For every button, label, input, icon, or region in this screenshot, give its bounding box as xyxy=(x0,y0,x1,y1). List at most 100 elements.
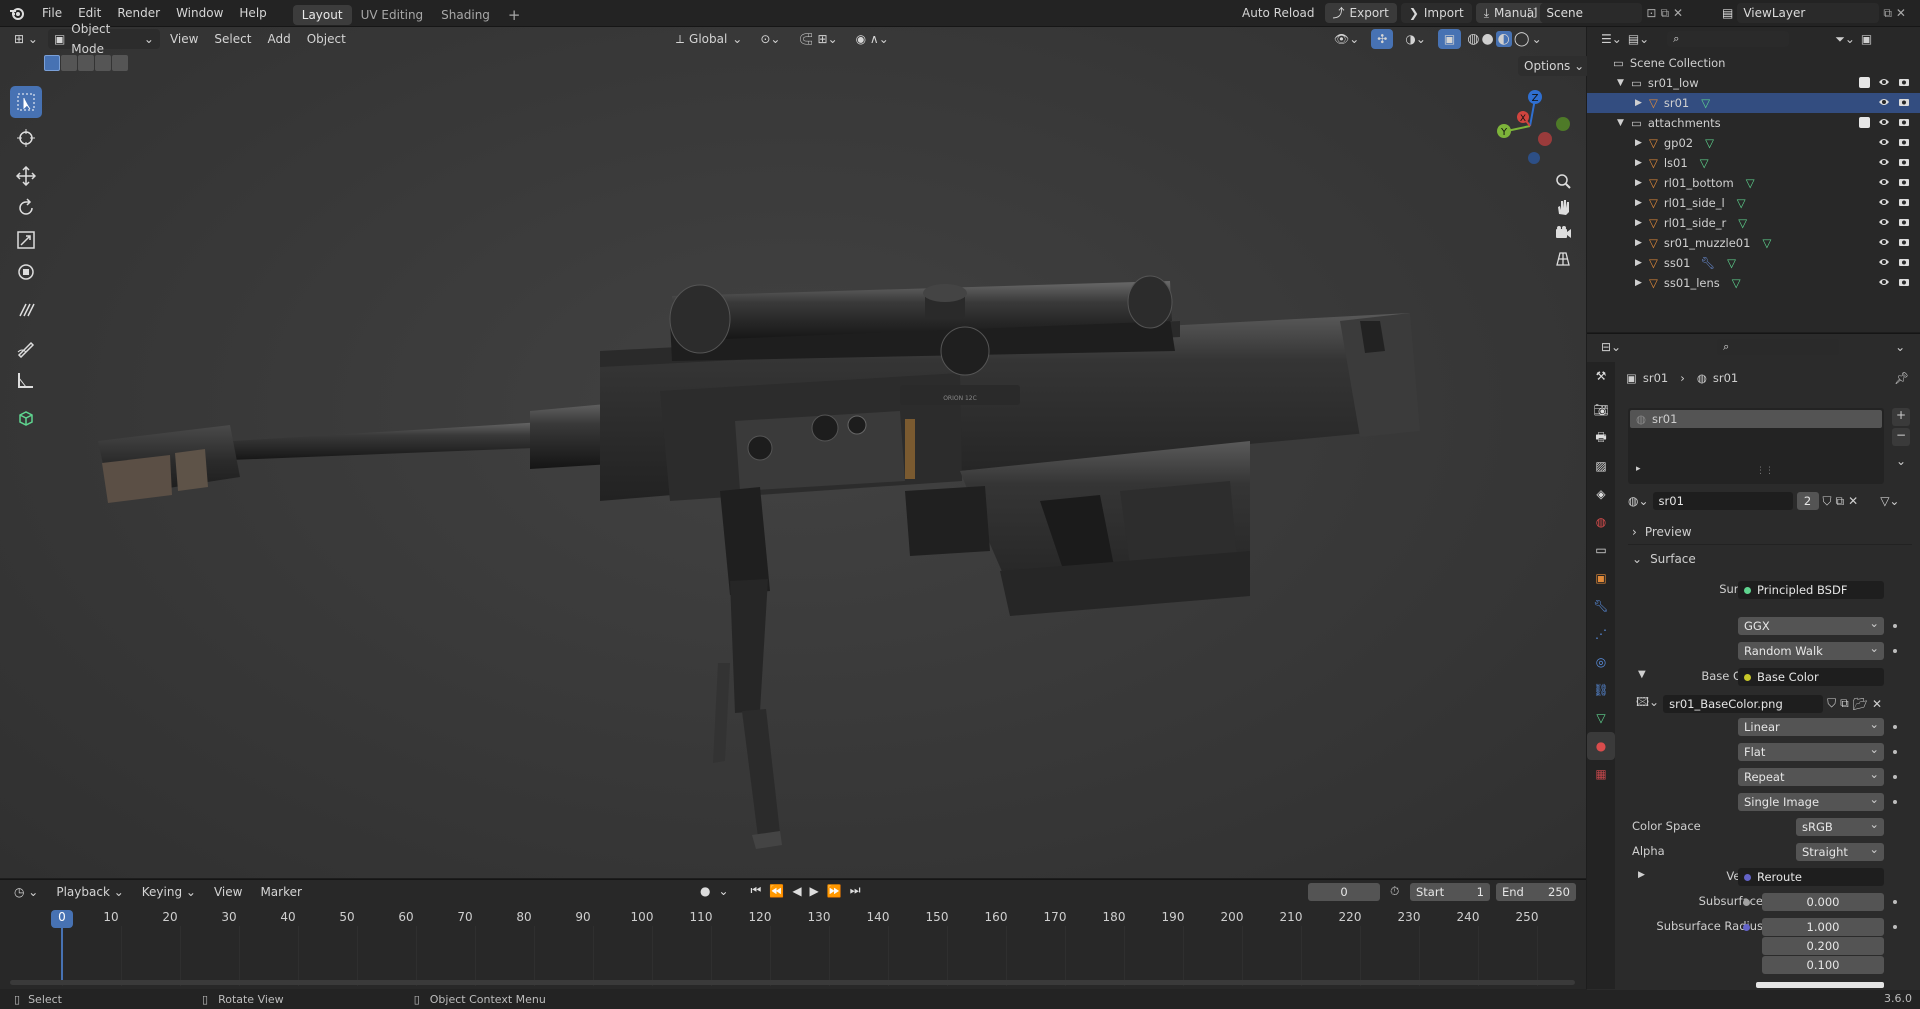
subsurface-value-field[interactable]: 0.000 xyxy=(1762,893,1884,911)
outliner-object-row[interactable]: ▶ ▽ ss01_lens ▽ xyxy=(1587,273,1920,293)
timeline-scrollbar[interactable] xyxy=(10,980,1575,985)
xray-icon[interactable]: ▣ xyxy=(1437,29,1462,49)
image-browse-icon[interactable]: 🖾︎⌄ xyxy=(1636,693,1659,714)
render-camera-icon[interactable] xyxy=(1898,156,1910,171)
base-color-input-field[interactable]: Base Color xyxy=(1738,668,1884,686)
mesh-data-icon[interactable]: ▽ xyxy=(1738,216,1747,230)
timeline-menu-keying[interactable]: Keying ⌄ xyxy=(136,882,202,902)
distribution-dropdown[interactable]: GGX xyxy=(1738,614,1884,635)
workspace-tab-layout[interactable]: Layout xyxy=(292,4,352,25)
expand-arrow-icon[interactable]: ▶ xyxy=(1635,278,1649,288)
eye-icon[interactable] xyxy=(1878,216,1890,231)
output-tab-icon[interactable]: 🖶︎ xyxy=(1587,424,1615,452)
expand-arrow-icon[interactable]: ▶ xyxy=(1635,158,1649,168)
physics-tab-icon[interactable]: ◎ xyxy=(1587,648,1615,676)
editor-type-icon[interactable]: ⊞ ⌄ xyxy=(8,29,44,49)
projection-dropdown[interactable]: Flat xyxy=(1738,740,1884,761)
eye-icon[interactable] xyxy=(1878,196,1890,211)
slot-specials-icon[interactable]: ⌄ xyxy=(1892,454,1910,472)
render-camera-icon[interactable] xyxy=(1898,216,1910,231)
unlink-image-icon[interactable]: ✕ xyxy=(1872,697,1882,711)
render-camera-icon[interactable] xyxy=(1898,276,1910,291)
subsurface-method-dropdown[interactable]: Random Walk xyxy=(1738,639,1884,660)
render-camera-icon[interactable] xyxy=(1898,76,1910,91)
wireframe-shading-icon[interactable]: ◍ xyxy=(1467,31,1479,47)
mesh-data-icon[interactable]: ▽ xyxy=(1705,136,1714,150)
keyframe-dot[interactable] xyxy=(1893,925,1897,929)
workspace-tab-uv-editing[interactable]: UV Editing xyxy=(352,5,433,25)
eye-icon[interactable] xyxy=(1878,96,1890,111)
outliner-object-row[interactable]: ▶ ▽ rl01_side_r ▽ xyxy=(1587,213,1920,233)
workspace-tab-shading[interactable]: Shading xyxy=(432,5,499,25)
add-slot-button[interactable]: + xyxy=(1892,408,1910,426)
new-scene-icon[interactable]: ⧉ xyxy=(1660,6,1669,21)
render-tab-icon[interactable]: 📷︎ xyxy=(1587,396,1615,424)
timeline-editor-type-icon[interactable]: ◷ ⌄ xyxy=(8,882,44,902)
node-tree-icon[interactable]: ▽⌄ xyxy=(1880,494,1899,508)
start-frame-field[interactable]: Start 1 xyxy=(1410,883,1490,901)
rifle-model[interactable]: ORION 12C xyxy=(0,51,1586,878)
data-tab-icon[interactable]: ▽ xyxy=(1587,704,1615,732)
overlay-icon[interactable]: ◑⌄ xyxy=(1399,29,1432,49)
keyframe-dot[interactable] xyxy=(1893,800,1897,804)
properties-search-input[interactable]: ⌕ xyxy=(1717,339,1840,355)
render-camera-icon[interactable] xyxy=(1898,256,1910,271)
interpolation-dropdown[interactable]: Linear xyxy=(1738,715,1884,736)
scene-icon[interactable]: ⛶ xyxy=(1528,6,1536,21)
viewport-menu-object[interactable]: Object xyxy=(301,29,352,49)
mesh-data-icon[interactable]: ▽ xyxy=(1746,176,1755,190)
import-button[interactable]: ❯ Import xyxy=(1400,3,1472,23)
collection-row[interactable]: ▼ ▭ attachments xyxy=(1587,113,1920,133)
expand-arrow-icon[interactable]: ▶ xyxy=(1635,198,1649,208)
unlink-material-icon[interactable]: ✕ xyxy=(1848,494,1858,508)
rendered-shading-icon[interactable]: ◯ xyxy=(1514,31,1530,47)
material-users-count[interactable]: 2 xyxy=(1796,492,1819,510)
fake-user-icon[interactable]: ⛉ xyxy=(1823,494,1832,509)
outliner-object-row[interactable]: ▶ ▽ sr01 ▽ xyxy=(1587,93,1920,113)
expand-arrow-icon[interactable]: ▶ xyxy=(1635,178,1649,188)
expand-arrow-icon[interactable]: ▼ xyxy=(1617,78,1631,88)
render-camera-icon[interactable] xyxy=(1898,136,1910,151)
new-collection-icon[interactable]: ▣ xyxy=(1861,32,1872,46)
surface-shader-field[interactable]: Principled BSDF xyxy=(1738,581,1884,599)
image-name-field[interactable]: sr01_BaseColor.png xyxy=(1663,694,1824,713)
exclude-checkbox[interactable] xyxy=(1859,117,1870,128)
material-slot-list[interactable]: ◍ sr01 ▸ ⋮⋮ xyxy=(1628,408,1884,484)
eye-icon[interactable] xyxy=(1878,156,1890,171)
timeline-editor[interactable]: ◷ ⌄ Playback ⌄ Keying ⌄ View Marker ● ⌄ ⏮… xyxy=(0,879,1586,990)
auto-reload-button[interactable]: Auto Reload xyxy=(1236,3,1321,23)
viewport-menu-view[interactable]: View xyxy=(164,29,204,49)
keyframe-dot[interactable] xyxy=(1893,649,1897,653)
delete-scene-icon[interactable]: ✕ xyxy=(1673,6,1683,20)
pivot-icon[interactable]: ⊙⌄ xyxy=(754,29,786,49)
outliner[interactable]: ☰⌄ ▤⌄ ⌕ ⏷⌄ ▣ ▭ Scene Collection ▼ ▭ sr01_lo… xyxy=(1587,27,1920,332)
modifier-tab-icon[interactable]: 🔧︎ xyxy=(1587,592,1615,620)
expand-arrow-icon[interactable]: ▶ xyxy=(1635,138,1649,148)
render-camera-icon[interactable] xyxy=(1898,196,1910,211)
play-reverse-icon[interactable]: ◀ xyxy=(792,884,801,898)
stopwatch-icon[interactable]: ⏱ xyxy=(1390,884,1399,899)
preview-panel-header[interactable]: › Preview xyxy=(1632,525,1692,539)
expand-icon[interactable]: ▸ xyxy=(1636,464,1641,474)
outliner-object-row[interactable]: ▶ ▽ gp02 ▽ xyxy=(1587,133,1920,153)
chevron-down-icon[interactable]: ⌄ xyxy=(1532,32,1542,46)
properties-editor-type-icon[interactable]: ⊟⌄ xyxy=(1601,340,1621,354)
visibility-icon[interactable]: 👁︎⌄ xyxy=(1328,29,1365,49)
collection-row[interactable]: ▼ ▭ sr01_low xyxy=(1587,73,1920,93)
texture-tab-icon[interactable]: ▦ xyxy=(1587,760,1615,788)
jump-start-icon[interactable]: ⏮ xyxy=(751,883,762,898)
menu-help[interactable]: Help xyxy=(231,0,274,26)
expand-arrow-icon[interactable]: ▶ xyxy=(1635,258,1649,268)
render-camera-icon[interactable] xyxy=(1898,116,1910,131)
image-source-dropdown[interactable]: Single Image xyxy=(1738,790,1884,811)
fake-user-icon[interactable]: ⛉ xyxy=(1827,696,1836,711)
jump-end-icon[interactable]: ⏭ xyxy=(850,883,861,898)
add-workspace-button[interactable]: + xyxy=(499,5,530,25)
solid-shading-icon[interactable]: ● xyxy=(1481,31,1493,47)
remove-slot-button[interactable]: − xyxy=(1892,428,1910,446)
eye-icon[interactable] xyxy=(1878,116,1890,131)
expand-arrow-icon[interactable]: ▶ xyxy=(1635,218,1649,228)
timeline-menu-marker[interactable]: Marker xyxy=(254,882,307,902)
vector-input-field[interactable]: Reroute xyxy=(1738,868,1884,886)
menu-window[interactable]: Window xyxy=(168,0,231,26)
